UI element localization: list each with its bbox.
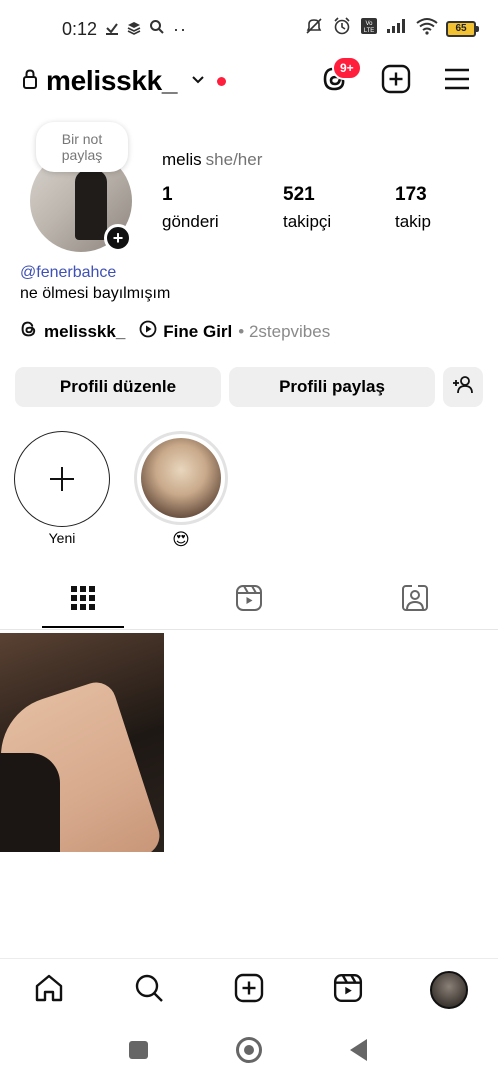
plus-icon — [49, 457, 75, 502]
share-profile-label: Profili paylaş — [279, 377, 385, 396]
svg-text:LTE: LTE — [364, 28, 375, 34]
back-icon[interactable] — [350, 1039, 367, 1061]
nav-home[interactable] — [32, 973, 66, 1007]
create-icon — [234, 973, 264, 1008]
posts-stat[interactable]: 1 gönderi — [162, 184, 219, 232]
discover-people-button[interactable] — [443, 367, 483, 407]
battery-icon: 65 — [446, 20, 479, 37]
posts-label: gönderi — [162, 212, 219, 231]
search-icon — [149, 19, 165, 40]
menu-button[interactable] — [442, 66, 472, 96]
volte-icon: Vo LTE — [360, 17, 378, 40]
unread-dot — [217, 76, 227, 86]
profile-meta-row: melisskk_ Fine Girl • 2stepvibes — [20, 320, 330, 343]
grid-icon — [71, 585, 95, 615]
share-profile-button[interactable]: Profili paylaş — [229, 367, 435, 407]
reels-icon — [235, 584, 263, 617]
story-highlight[interactable] — [134, 431, 228, 525]
edit-profile-label: Profili düzenle — [59, 377, 177, 396]
nav-create[interactable] — [232, 973, 266, 1007]
following-label: takip — [395, 212, 431, 231]
following-count: 173 — [395, 184, 427, 205]
threads-handle-link[interactable]: melisskk_ — [44, 322, 125, 342]
status-bar: 0:12 ·· Vo LTE 65 — [0, 0, 498, 58]
grid-post-thumbnail[interactable] — [0, 633, 164, 852]
add-story-plus-icon[interactable]: + — [104, 224, 132, 252]
new-highlight-button[interactable] — [14, 431, 110, 527]
bottom-navigation — [0, 958, 498, 1022]
threads-icon — [20, 320, 38, 343]
profile-header: melisskk_ 9+ — [0, 56, 498, 106]
lock-icon — [22, 68, 38, 94]
note-line-2: paylaş — [61, 147, 103, 163]
stack-icon — [127, 19, 141, 40]
more-icon: ·· — [173, 18, 188, 39]
home-icon — [34, 973, 64, 1008]
avatar-photo-figure — [75, 170, 107, 240]
system-navigation-bar — [0, 1022, 498, 1080]
alarm-icon — [332, 16, 352, 41]
nav-search[interactable] — [132, 973, 166, 1007]
menu-icon — [443, 67, 471, 96]
tagged-icon — [401, 584, 429, 617]
display-name: melis she/her — [162, 150, 262, 170]
tab-reels[interactable] — [229, 582, 269, 618]
signal-icon — [386, 18, 408, 39]
followers-stat[interactable]: 521 takipçi — [283, 184, 331, 232]
profile-tabs — [0, 570, 498, 630]
recent-apps-icon[interactable] — [129, 1041, 148, 1059]
bio-text: ne ölmesi bayılmışım — [20, 285, 171, 302]
bio-mention-link[interactable]: @fenerbahce — [20, 264, 116, 282]
display-name-text: melis — [162, 150, 202, 169]
play-circle-icon — [139, 320, 157, 343]
nav-profile-avatar[interactable] — [430, 971, 468, 1009]
song-artist: • 2stepvibes — [238, 321, 331, 341]
followers-label: takipçi — [283, 212, 332, 231]
status-time: 0:12 — [62, 18, 98, 39]
note-bubble[interactable]: Bir not paylaş — [36, 122, 128, 172]
story-highlight-thumbnail — [141, 438, 221, 518]
username-title: melisskk_ — [46, 65, 178, 96]
note-line-1: Bir not — [61, 131, 103, 147]
wifi-icon — [416, 17, 438, 40]
tab-tagged[interactable] — [395, 582, 435, 618]
search-icon — [134, 973, 164, 1008]
home-button-icon[interactable] — [236, 1037, 262, 1063]
followers-count: 521 — [283, 184, 315, 205]
story-highlight-label: 😍 — [172, 530, 190, 549]
add-post-icon — [381, 64, 411, 99]
notification-badge: 9+ — [332, 56, 362, 80]
following-stat[interactable]: 173 takip — [395, 184, 431, 232]
post-photo-cloth — [0, 753, 60, 852]
threads-mention-text: @fenerbahce — [20, 264, 117, 281]
create-button[interactable] — [381, 64, 411, 99]
check-icon — [105, 19, 119, 40]
posts-count: 1 — [162, 184, 173, 205]
new-highlight-label: Yeni — [48, 530, 76, 546]
song-title-link[interactable]: Fine Girl — [163, 322, 232, 342]
nav-reels[interactable] — [331, 973, 365, 1007]
svg-text:Vo: Vo — [365, 21, 373, 27]
active-tab-indicator — [42, 626, 124, 628]
account-switcher[interactable]: melisskk_ — [22, 65, 227, 97]
tab-posts-grid[interactable] — [63, 582, 103, 618]
add-person-icon — [452, 375, 474, 400]
pronouns: she/her — [205, 150, 263, 169]
reels-icon — [333, 973, 363, 1008]
chevron-down-icon — [191, 72, 205, 90]
edit-profile-button[interactable]: Profili düzenle — [15, 367, 221, 407]
mute-icon — [304, 16, 324, 41]
